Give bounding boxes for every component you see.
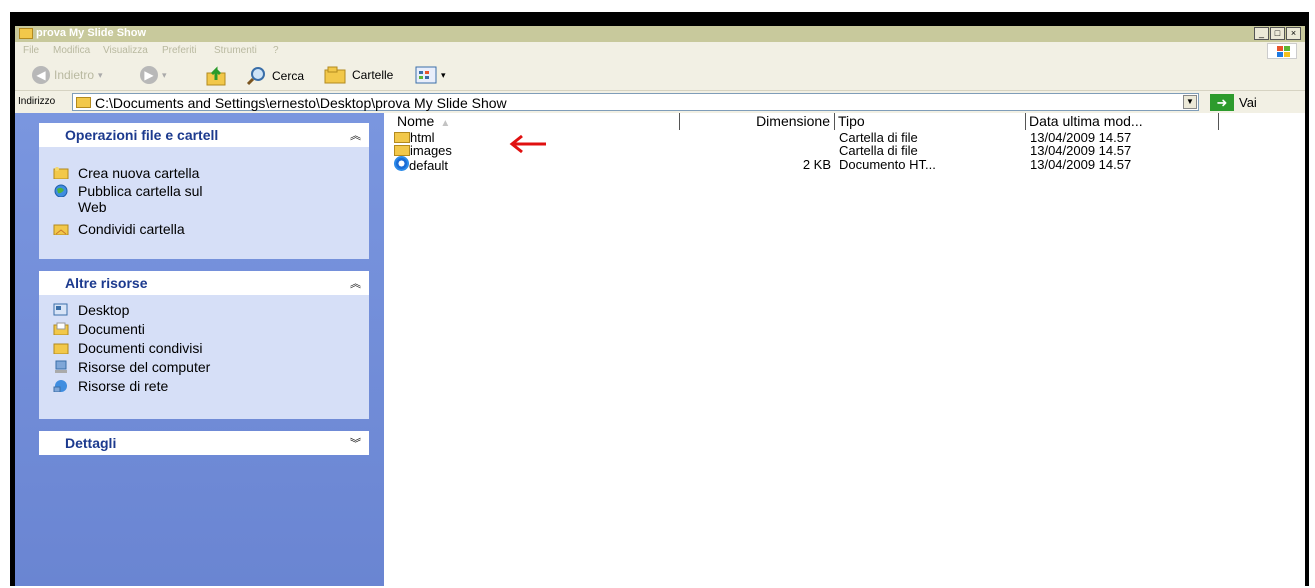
back-dropdown-icon: ▾ (98, 69, 103, 80)
shared-documents-icon (53, 343, 69, 354)
maximize-button[interactable]: □ (1270, 27, 1285, 40)
table-row[interactable]: default (394, 156, 448, 173)
place-documents[interactable]: Documenti (53, 321, 145, 337)
internet-explorer-icon (394, 156, 409, 171)
red-arrow-annotation (509, 134, 546, 154)
col-type[interactable]: Tipo (835, 113, 1026, 130)
windows-logo-icon (1267, 43, 1297, 59)
network-icon (53, 380, 67, 392)
window-controls: _ □ × (1254, 27, 1301, 40)
close-button[interactable]: × (1286, 27, 1301, 40)
documents-icon (53, 322, 69, 335)
col-date[interactable]: Data ultima mod... (1026, 113, 1219, 130)
back-label: Indietro (54, 68, 95, 82)
col-size[interactable]: Dimensione (680, 113, 835, 130)
new-folder-icon (53, 167, 69, 179)
place-shared-documents[interactable]: Documenti condivisi (53, 340, 203, 356)
publish-label-line2: Web (78, 199, 107, 215)
folders-label: Cartelle (352, 68, 394, 82)
views-icon (415, 66, 437, 84)
file-type: Cartella di file (839, 143, 918, 158)
file-name: default (409, 158, 449, 173)
other-places-body: Desktop Documenti Documenti condivisi Ri… (39, 295, 369, 419)
address-label: Indirizzo (18, 96, 56, 107)
views-button[interactable]: ▾ (415, 66, 446, 84)
forward-dropdown-icon: ▾ (162, 69, 167, 80)
file-size: 2 KB (802, 157, 831, 172)
computer-icon (55, 360, 67, 373)
search-button[interactable]: Cerca (246, 66, 304, 86)
task-new-folder[interactable]: Crea nuova cartella (53, 165, 199, 181)
task-share-folder[interactable]: Condividi cartella (53, 221, 185, 237)
col-name[interactable]: Nome ▲ (394, 113, 680, 130)
address-path: C:\Documents and Settings\ernesto\Deskto… (95, 95, 507, 111)
place-desktop[interactable]: Desktop (53, 302, 129, 318)
menu-strumenti[interactable]: Strumenti (214, 45, 257, 56)
other-places-title: Altre risorse (65, 275, 148, 291)
folder-icon (394, 145, 410, 156)
other-places-header[interactable]: Altre risorse ︽ (39, 271, 369, 295)
file-date: 13/04/2009 14.57 (1030, 143, 1132, 158)
search-label: Cerca (272, 69, 305, 83)
file-ops-body: Crea nuova cartella Pubblica cartella su… (39, 147, 369, 259)
title-bar[interactable]: prova My Slide Show _ □ × (15, 26, 1305, 42)
go-arrow-icon: ➜ (1210, 94, 1234, 111)
folder-icon (76, 97, 91, 108)
file-ops-title: Operazioni file e cartell (65, 127, 219, 143)
desktop-icon (53, 303, 68, 316)
views-dropdown-icon: ▾ (441, 69, 446, 80)
file-type: Documento HT... (839, 157, 936, 172)
explorer-window: prova My Slide Show _ □ × File Modifica … (15, 26, 1305, 586)
file-ops-header[interactable]: Operazioni file e cartell ︽ (39, 123, 369, 147)
menu-bar: File Modifica Visualizza Preferiti Strum… (15, 42, 1305, 60)
forward-arrow-icon: ▶ (140, 66, 158, 84)
folders-button[interactable]: Cartelle (324, 66, 393, 84)
place-my-computer[interactable]: Risorse del computer (53, 359, 210, 375)
minimize-button[interactable]: _ (1254, 27, 1269, 40)
screenshot-frame: prova My Slide Show _ □ × File Modifica … (10, 12, 1309, 586)
menu-visualizza[interactable]: Visualizza (103, 45, 148, 56)
place-network[interactable]: Risorse di rete (53, 378, 168, 394)
go-button[interactable]: ➜ Vai (1210, 94, 1257, 111)
sort-ascending-icon: ▲ (440, 118, 451, 129)
details-title: Dettagli (65, 435, 117, 451)
file-date: 13/04/2009 14.57 (1030, 157, 1132, 172)
address-dropdown-button[interactable]: ▼ (1183, 95, 1197, 109)
go-label: Vai (1239, 95, 1257, 110)
menu-modifica[interactable]: Modifica (53, 45, 90, 56)
toolbar: ◀ Indietro ▾ ▶ ▾ Cerca Cartelle ▾ (15, 60, 1305, 90)
menu-help[interactable]: ? (273, 45, 279, 56)
task-publish-web[interactable]: Pubblica cartella sul Web (53, 183, 203, 215)
folder-icon (394, 132, 410, 143)
file-list: Nome ▲ Dimensione Tipo Data ultima mod...… (384, 113, 1305, 586)
back-button[interactable]: ◀ Indietro ▾ (32, 66, 103, 84)
collapse-chevron-icon[interactable]: ︽ (350, 127, 361, 143)
search-icon (246, 67, 265, 86)
up-folder-icon (206, 66, 226, 86)
menu-preferiti[interactable]: Preferiti (162, 45, 196, 56)
collapse-chevron-icon[interactable]: ︽ (350, 275, 361, 291)
menu-file[interactable]: File (23, 45, 39, 56)
back-arrow-icon: ◀ (32, 66, 50, 84)
address-bar: Indirizzo C:\Documents and Settings\erne… (15, 90, 1305, 114)
up-folder-button[interactable] (206, 66, 228, 86)
details-header[interactable]: Dettagli ︾ (39, 431, 369, 455)
address-input[interactable]: C:\Documents and Settings\ernesto\Deskto… (72, 93, 1199, 111)
folders-icon (324, 66, 346, 84)
publish-web-icon (54, 184, 68, 197)
window-title: prova My Slide Show (36, 27, 147, 39)
forward-button[interactable]: ▶ ▾ (140, 66, 167, 84)
task-pane: Operazioni file e cartell ︽ Crea nuova c… (15, 113, 384, 586)
publish-label-line1: Pubblica cartella sul (78, 183, 203, 199)
share-folder-icon (53, 224, 69, 235)
expand-chevron-icon[interactable]: ︾ (350, 435, 361, 451)
folder-icon (19, 28, 33, 39)
